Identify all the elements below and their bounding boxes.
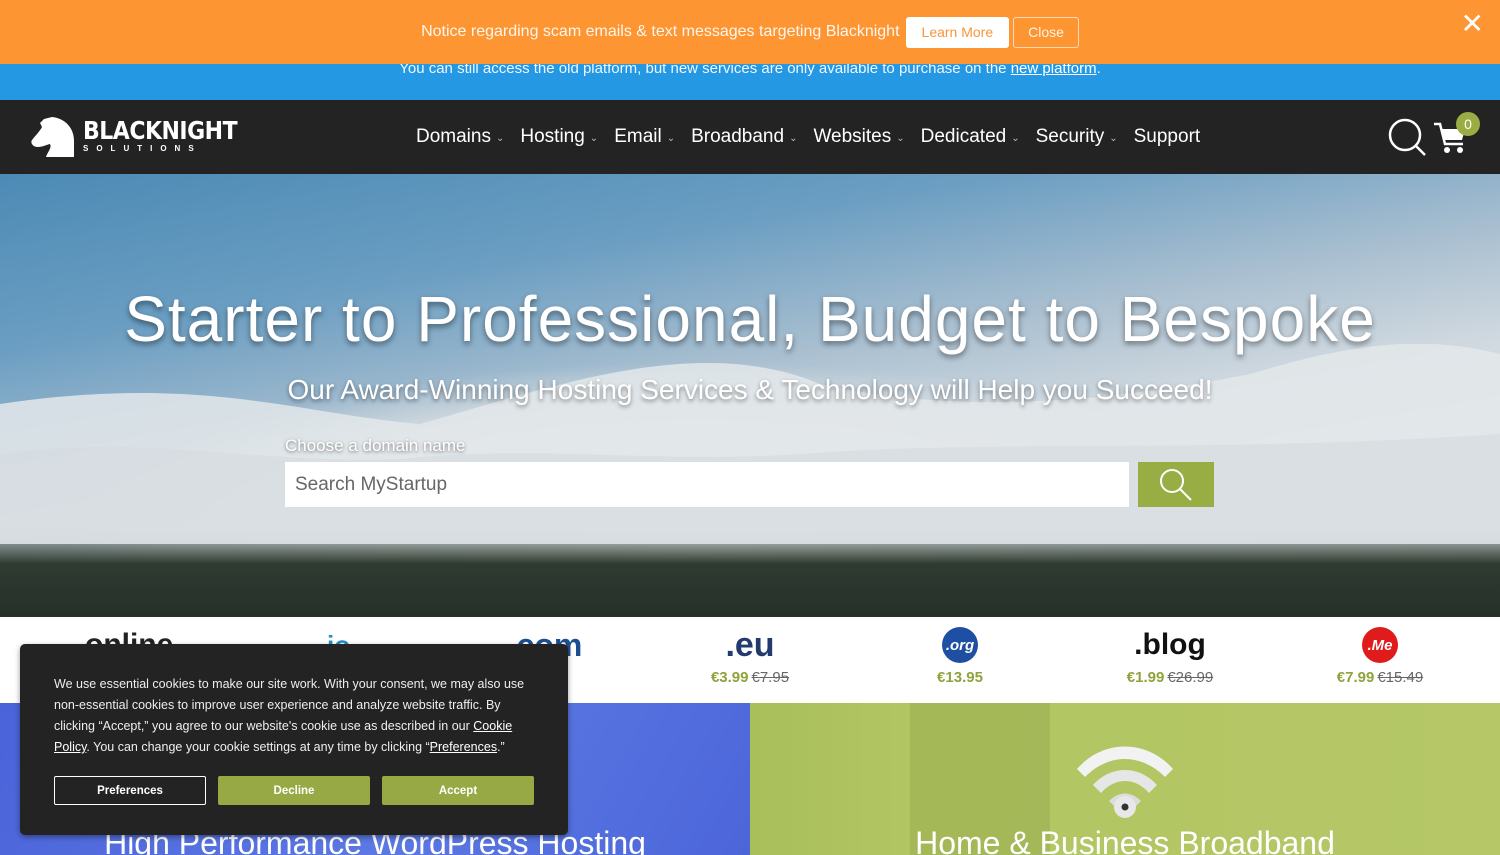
header-actions: 0 bbox=[1388, 112, 1480, 158]
cookie-banner: We use essential cookies to make our sit… bbox=[20, 644, 568, 835]
cookie-accept-button[interactable]: Accept bbox=[382, 776, 534, 805]
nav-item-label: Dedicated bbox=[920, 126, 1007, 147]
domain-search-button[interactable] bbox=[1138, 462, 1214, 507]
nav-item-label: Email bbox=[614, 126, 662, 147]
chevron-down-icon: ⌄ bbox=[666, 133, 676, 144]
tld-name: .Me bbox=[1280, 627, 1480, 663]
knight-horse-icon bbox=[31, 117, 74, 157]
hero-subtitle: Our Award-Winning Hosting Services & Tec… bbox=[287, 374, 1213, 405]
tld-name: .eu bbox=[725, 625, 775, 664]
cookie-decline-button[interactable]: Decline bbox=[218, 776, 370, 805]
nav-item-dedicated[interactable]: Dedicated ⌄ bbox=[921, 126, 1020, 148]
tld-current-price: €1.99 bbox=[1126, 669, 1165, 686]
nav-item-websites[interactable]: Websites ⌄ bbox=[813, 126, 904, 148]
logo[interactable]: BLACKNIGHT SOLUTIONS bbox=[30, 117, 238, 157]
chevron-down-icon: ⌄ bbox=[789, 133, 798, 144]
close-notice-button[interactable]: Close bbox=[1013, 16, 1079, 48]
tld-item[interactable]: .org €13.95 bbox=[860, 627, 1060, 686]
chevron-down-icon: ⌄ bbox=[1109, 133, 1118, 144]
scam-notice-message: Notice regarding scam emails & text mess… bbox=[421, 23, 900, 40]
domain-search-input[interactable] bbox=[285, 462, 1129, 507]
tld-current-price: €13.95 bbox=[937, 669, 983, 686]
nav-item-broadband[interactable]: Broadband ⌄ bbox=[691, 126, 797, 148]
tld-old-price: €26.99 bbox=[1167, 669, 1214, 686]
hero-section: Starter to Professional, Budget to Bespo… bbox=[0, 174, 1500, 617]
cookie-text: We use essential cookies to make our sit… bbox=[54, 674, 534, 758]
search-icon bbox=[1160, 468, 1192, 501]
logo-name: BLACKNIGHT bbox=[83, 117, 238, 146]
nav-item-label: Hosting bbox=[520, 126, 585, 147]
tld-old-price: €7.95 bbox=[751, 669, 790, 686]
tld-old-price: €15.49 bbox=[1377, 669, 1424, 686]
search-icon[interactable] bbox=[1388, 118, 1428, 158]
tld-price: €1.99 €26.99 bbox=[1070, 669, 1270, 686]
nav-item-hosting[interactable]: Hosting ⌄ bbox=[520, 126, 598, 148]
tld-price: €7.99 €15.49 bbox=[1280, 669, 1480, 686]
tld-item[interactable]: .blog €1.99 €26.99 bbox=[1070, 627, 1270, 686]
tld-name: .blog bbox=[1134, 628, 1206, 661]
tld-price: €13.95 bbox=[860, 669, 1060, 686]
nav-item-label: Domains bbox=[416, 126, 491, 147]
scam-notice-bar: Notice regarding scam emails & text mess… bbox=[0, 0, 1500, 64]
broadband-panel[interactable]: Home & Business Broadband bbox=[750, 703, 1500, 855]
close-icon[interactable]: ✕ bbox=[1461, 10, 1484, 38]
wifi-icon bbox=[1077, 746, 1173, 818]
me-logo-icon: .Me bbox=[1362, 627, 1398, 663]
hero-title: Starter to Professional, Budget to Bespo… bbox=[124, 283, 1376, 355]
tld-price: €3.99 €7.95 bbox=[650, 669, 850, 686]
org-logo-icon: .org bbox=[942, 627, 978, 663]
nav-item-label: Security bbox=[1035, 126, 1105, 147]
cookie-preferences-button[interactable]: Preferences bbox=[54, 776, 206, 805]
learn-more-button[interactable]: Learn More bbox=[905, 16, 1010, 48]
cookie-text-part-1: We use essential cookies to make our sit… bbox=[54, 677, 525, 733]
nav-item-label: Support bbox=[1133, 126, 1201, 147]
cookie-text-part-2: . You can change your cookie settings at… bbox=[86, 740, 430, 754]
nav-item-domains[interactable]: Domains ⌄ bbox=[416, 126, 504, 148]
nav-item-email[interactable]: Email ⌄ bbox=[614, 126, 675, 148]
preferences-link[interactable]: Preferences bbox=[430, 740, 497, 754]
cart-button[interactable]: 0 bbox=[1432, 112, 1480, 156]
logo-subtitle: SOLUTIONS bbox=[83, 144, 202, 153]
nav-item-security[interactable]: Security ⌄ bbox=[1036, 126, 1118, 148]
cookie-text-part-3: .” bbox=[497, 740, 505, 754]
chevron-down-icon: ⌄ bbox=[1011, 133, 1020, 144]
chevron-down-icon: ⌄ bbox=[495, 133, 505, 144]
domain-search-label: Choose a domain name bbox=[285, 436, 466, 455]
cart-count-badge: 0 bbox=[1456, 112, 1480, 136]
logo-wordmark: BLACKNIGHT SOLUTIONS bbox=[83, 117, 238, 153]
tld-item[interactable]: .eu €3.99 €7.95 bbox=[650, 625, 850, 687]
site-header: BLACKNIGHT SOLUTIONS Domains ⌄ Hosting ⌄ Ema… bbox=[0, 100, 1500, 174]
chevron-down-icon: ⌄ bbox=[896, 133, 905, 144]
main-nav: Domains ⌄ Hosting ⌄ Email ⌄ Broadband ⌄ Websites… bbox=[416, 100, 1216, 174]
tld-current-price: €7.99 bbox=[1336, 669, 1375, 686]
tld-current-price: €3.99 bbox=[710, 669, 749, 686]
tld-name: .org bbox=[860, 627, 1060, 663]
panel-title-broadband: Home & Business Broadband bbox=[915, 825, 1335, 855]
nav-item-support[interactable]: Support bbox=[1134, 126, 1201, 148]
nav-item-label: Broadband bbox=[691, 126, 785, 147]
chevron-down-icon: ⌄ bbox=[589, 133, 599, 144]
cookie-buttons: Preferences Decline Accept bbox=[54, 776, 534, 805]
nav-item-label: Websites bbox=[813, 126, 892, 147]
tld-item[interactable]: .Me €7.99 €15.49 bbox=[1280, 627, 1480, 686]
